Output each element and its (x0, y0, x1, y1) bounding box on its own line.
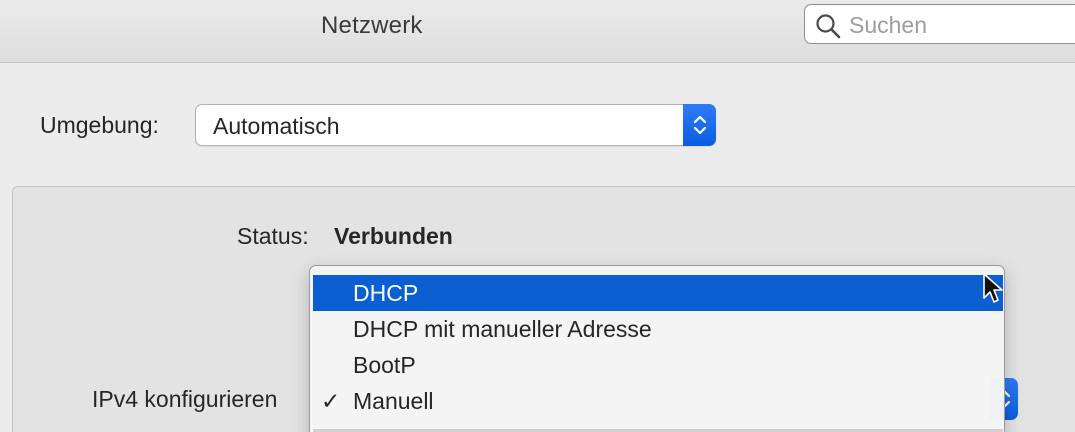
search-input[interactable] (849, 11, 1075, 39)
menu-item-label: DHCP (353, 280, 419, 306)
menu-item-bootp[interactable]: BootP (313, 347, 1003, 383)
menu-item-label: DHCP mit manueller Adresse (353, 316, 652, 342)
menu-item-label: BootP (353, 352, 416, 378)
ipv4-config-dropdown-menu: DHCP DHCP mit manueller Adresse BootP ✓ … (309, 265, 1005, 432)
location-select[interactable]: Automatisch (195, 104, 716, 146)
menu-item-dhcp-manual-address[interactable]: DHCP mit manueller Adresse (313, 311, 1003, 347)
status-value: Verbunden (334, 223, 453, 249)
chevron-up-down-icon (693, 115, 707, 135)
title-bar: Netzwerk (0, 0, 1075, 63)
location-value: Automatisch (213, 113, 340, 139)
mouse-cursor-icon (983, 273, 1003, 303)
window-title: Netzwerk (321, 12, 423, 39)
menu-item-label: Manuell (353, 388, 434, 414)
menu-item-dhcp[interactable]: DHCP (313, 275, 1003, 311)
location-stepper[interactable] (683, 104, 716, 146)
location-label: Umgebung: (40, 112, 159, 138)
checkmark-icon: ✓ (321, 388, 341, 414)
status-label: Status: (237, 223, 309, 249)
ipv4-config-label: IPv4 konfigurieren (92, 386, 278, 412)
menu-item-manual[interactable]: ✓ Manuell (313, 383, 1003, 419)
search-field[interactable] (804, 4, 1075, 44)
network-preferences-window: Netzwerk Umgebung: Automatisch Status: V… (0, 0, 1075, 432)
search-icon (816, 14, 841, 39)
